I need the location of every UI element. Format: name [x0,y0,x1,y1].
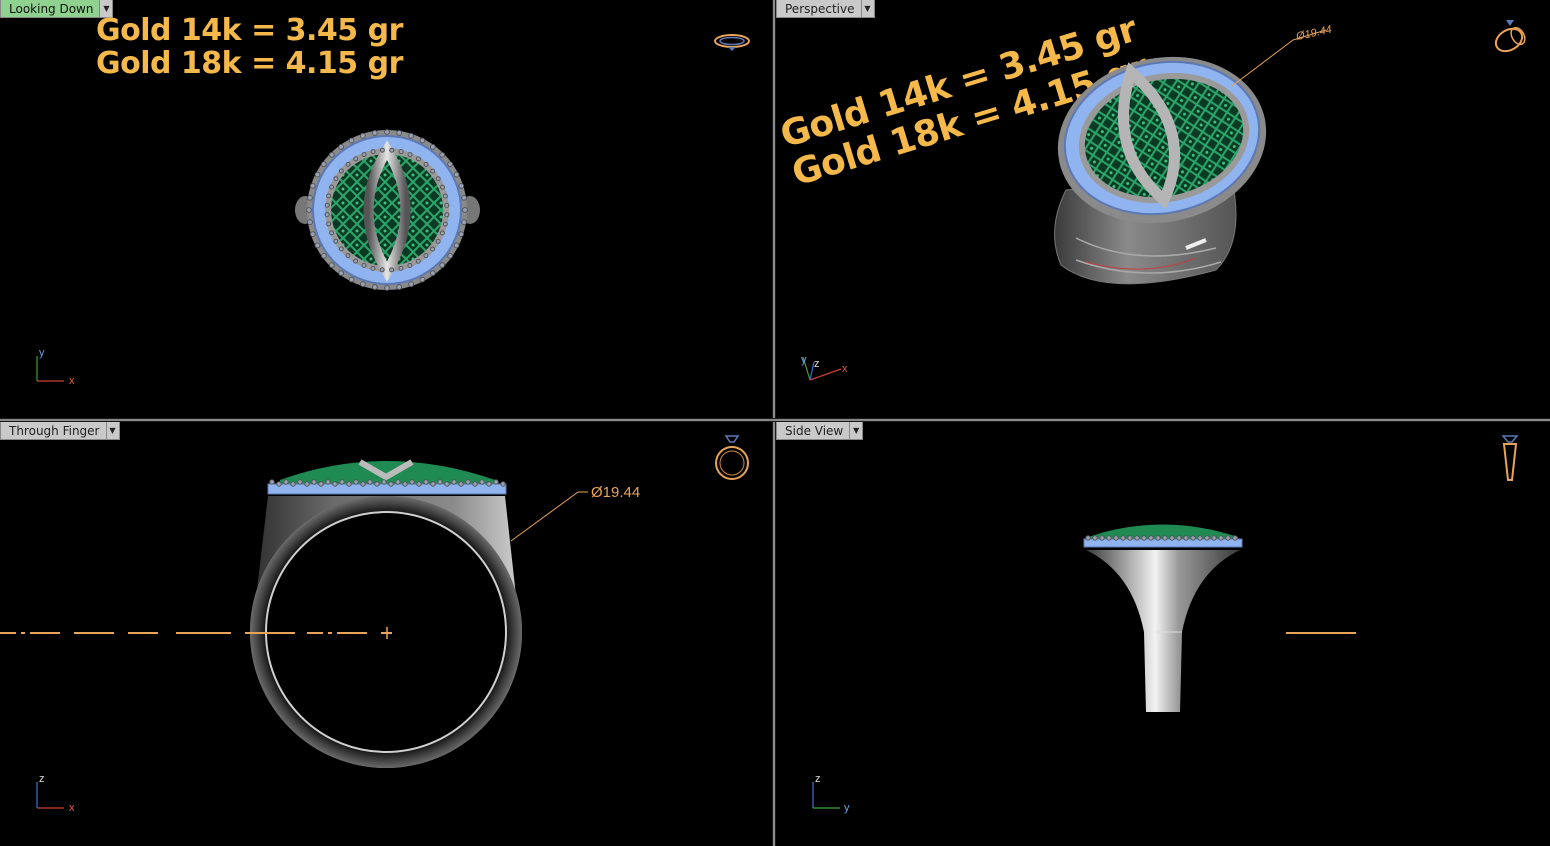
axis-y-label: y [39,347,45,359]
axis-x-label: x [842,363,848,375]
viewport-side-view[interactable]: Side View ▼ z y [776,422,1550,846]
ring-perspective-view: Ø19.44 y z x [801,20,1526,381]
ring-front-view: z x [0,435,749,814]
diameter-dimension: Ø19.44 [591,484,641,501]
view-cube-icon [1501,435,1519,481]
viewport-splitter-horizontal[interactable] [0,418,1550,422]
view-cube-icon [715,435,749,480]
viewport-looking-down[interactable]: Looking Down ▼ Gold 14k = 3.45 gr Gold 1… [0,0,772,418]
ring-top-view: y x [36,34,750,387]
diameter-dimension: Ø19.44 [1294,24,1333,43]
axis-z-label: z [815,773,821,785]
view-cube-icon [714,34,750,51]
axis-triad: y x [36,347,75,387]
axis-z-label: z [39,773,45,785]
axis-x-label: x [69,375,75,387]
axis-y-label: y [801,354,807,366]
viewport-through-finger[interactable]: Through Finger ▼ z x Ø19.44 [0,422,772,846]
axis-triad: z y [812,773,850,814]
axis-z-label: z [814,358,820,370]
viewport-perspective[interactable]: Perspective ▼ Gold 14k = 3.45 gr Gold 18… [776,0,1550,418]
axis-y-label: y [844,802,850,814]
view-cube-icon [1494,20,1526,53]
viewport-splitter-vertical[interactable] [772,0,776,846]
axis-x-label: x [69,802,75,814]
axis-triad: z x [36,773,75,814]
ring-side-view: z y [812,435,1519,814]
axis-triad: y z x [801,354,848,381]
